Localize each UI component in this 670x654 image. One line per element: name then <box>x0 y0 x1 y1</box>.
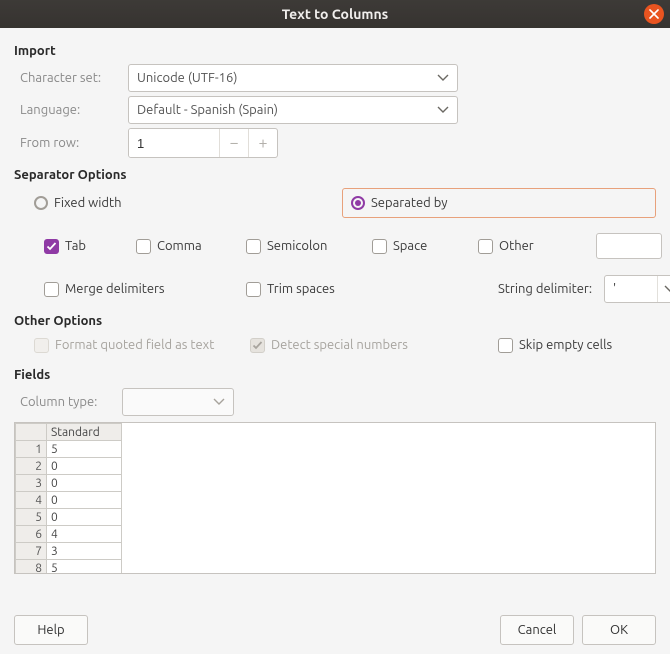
radio-mark-icon <box>351 196 365 210</box>
table-row[interactable]: 40 <box>16 492 122 509</box>
language-label: Language: <box>14 103 128 117</box>
charset-value: Unicode (UTF-16) <box>137 71 237 85</box>
string-delimiter-value: ' <box>605 276 657 302</box>
detect-special-label: Detect special numbers <box>271 338 408 352</box>
cell: 5 <box>47 441 122 458</box>
check-mark-icon <box>246 282 261 297</box>
semicolon-label: Semicolon <box>267 239 327 253</box>
radio-separated-by[interactable]: Separated by <box>351 196 448 210</box>
other-label: Other <box>499 239 534 253</box>
fromrow-input[interactable] <box>129 129 219 157</box>
cell: 0 <box>47 475 122 492</box>
check-merge-delimiters[interactable]: Merge delimiters <box>44 282 165 297</box>
row-number: 1 <box>16 441 47 458</box>
help-button[interactable]: Help <box>14 615 88 645</box>
fields-heading: Fields <box>14 368 656 382</box>
row-number: 7 <box>16 543 47 560</box>
table-row[interactable]: 15 <box>16 441 122 458</box>
table-row[interactable]: 85 <box>16 560 122 575</box>
check-space[interactable]: Space <box>372 239 427 254</box>
fromrow-spinbox[interactable]: − + <box>128 128 278 158</box>
check-detect-special: Detect special numbers <box>250 338 408 353</box>
row-number: 5 <box>16 509 47 526</box>
check-mark-icon <box>44 239 59 254</box>
row-number: 3 <box>16 475 47 492</box>
column-type-label: Column type: <box>20 395 122 409</box>
spin-down-button[interactable]: − <box>219 129 248 157</box>
chevron-down-icon <box>213 398 225 406</box>
check-tab[interactable]: Tab <box>44 239 86 254</box>
column-header[interactable]: Standard <box>47 424 122 441</box>
other-heading: Other Options <box>14 314 656 328</box>
check-semicolon[interactable]: Semicolon <box>246 239 327 254</box>
table-row[interactable]: 20 <box>16 458 122 475</box>
cell: 0 <box>47 458 122 475</box>
format-quoted-label: Format quoted field as text <box>55 338 214 352</box>
check-other[interactable]: Other <box>478 239 534 254</box>
row-number: 8 <box>16 560 47 575</box>
close-button[interactable] <box>644 4 664 24</box>
separated-by-label: Separated by <box>371 196 448 210</box>
check-mark-icon <box>372 239 387 254</box>
table-corner <box>16 424 47 441</box>
chevron-down-icon <box>437 106 449 114</box>
cell: 0 <box>47 492 122 509</box>
comma-label: Comma <box>157 239 202 253</box>
cell: 4 <box>47 526 122 543</box>
check-mark-icon <box>498 338 513 353</box>
cell: 5 <box>47 560 122 575</box>
chevron-down-icon <box>437 74 449 82</box>
radio-mark-icon <box>34 196 48 210</box>
check-comma[interactable]: Comma <box>136 239 202 254</box>
spin-up-button[interactable]: + <box>248 129 277 157</box>
check-mark-icon <box>136 239 151 254</box>
check-format-quoted: Format quoted field as text <box>34 338 214 353</box>
check-skip-empty[interactable]: Skip empty cells <box>498 338 612 353</box>
table-row[interactable]: 64 <box>16 526 122 543</box>
cancel-button[interactable]: Cancel <box>500 615 574 645</box>
string-delimiter-label: String delimiter: <box>498 282 592 296</box>
data-preview[interactable]: Standard 1520304050647385 <box>14 422 656 574</box>
charset-label: Character set: <box>14 71 128 85</box>
table-row[interactable]: 50 <box>16 509 122 526</box>
other-delimiter-input[interactable] <box>596 233 662 259</box>
sep-heading: Separator Options <box>14 168 656 182</box>
row-number: 2 <box>16 458 47 475</box>
check-mark-icon <box>250 338 265 353</box>
row-number: 4 <box>16 492 47 509</box>
check-mark-icon <box>478 239 493 254</box>
language-combo[interactable]: Default - Spanish (Spain) <box>128 96 458 124</box>
chevron-down-icon <box>657 276 670 302</box>
fixed-width-label: Fixed width <box>54 196 122 210</box>
ok-button[interactable]: OK <box>582 615 656 645</box>
charset-combo[interactable]: Unicode (UTF-16) <box>128 64 458 92</box>
string-delimiter-combo[interactable]: ' <box>604 275 670 303</box>
trim-label: Trim spaces <box>267 282 335 296</box>
dialog-footer: Help Cancel OK <box>0 606 670 654</box>
cell: 0 <box>47 509 122 526</box>
check-mark-icon <box>44 282 59 297</box>
preview-table: Standard 1520304050647385 <box>15 423 122 574</box>
cell: 3 <box>47 543 122 560</box>
titlebar: Text to Columns <box>0 0 670 28</box>
import-heading: Import <box>14 44 656 58</box>
space-label: Space <box>393 239 427 253</box>
merge-label: Merge delimiters <box>65 282 165 296</box>
check-mark-icon <box>246 239 261 254</box>
column-type-combo[interactable] <box>122 388 234 416</box>
language-value: Default - Spanish (Spain) <box>137 103 278 117</box>
fromrow-label: From row: <box>14 136 128 150</box>
table-row[interactable]: 73 <box>16 543 122 560</box>
skip-empty-label: Skip empty cells <box>519 338 612 352</box>
row-number: 6 <box>16 526 47 543</box>
check-trim-spaces[interactable]: Trim spaces <box>246 282 335 297</box>
check-mark-icon <box>34 338 49 353</box>
tab-label: Tab <box>65 239 86 253</box>
table-row[interactable]: 30 <box>16 475 122 492</box>
radio-fixed-width[interactable]: Fixed width <box>34 196 122 210</box>
close-icon <box>649 9 659 19</box>
dialog-title: Text to Columns <box>0 6 670 22</box>
